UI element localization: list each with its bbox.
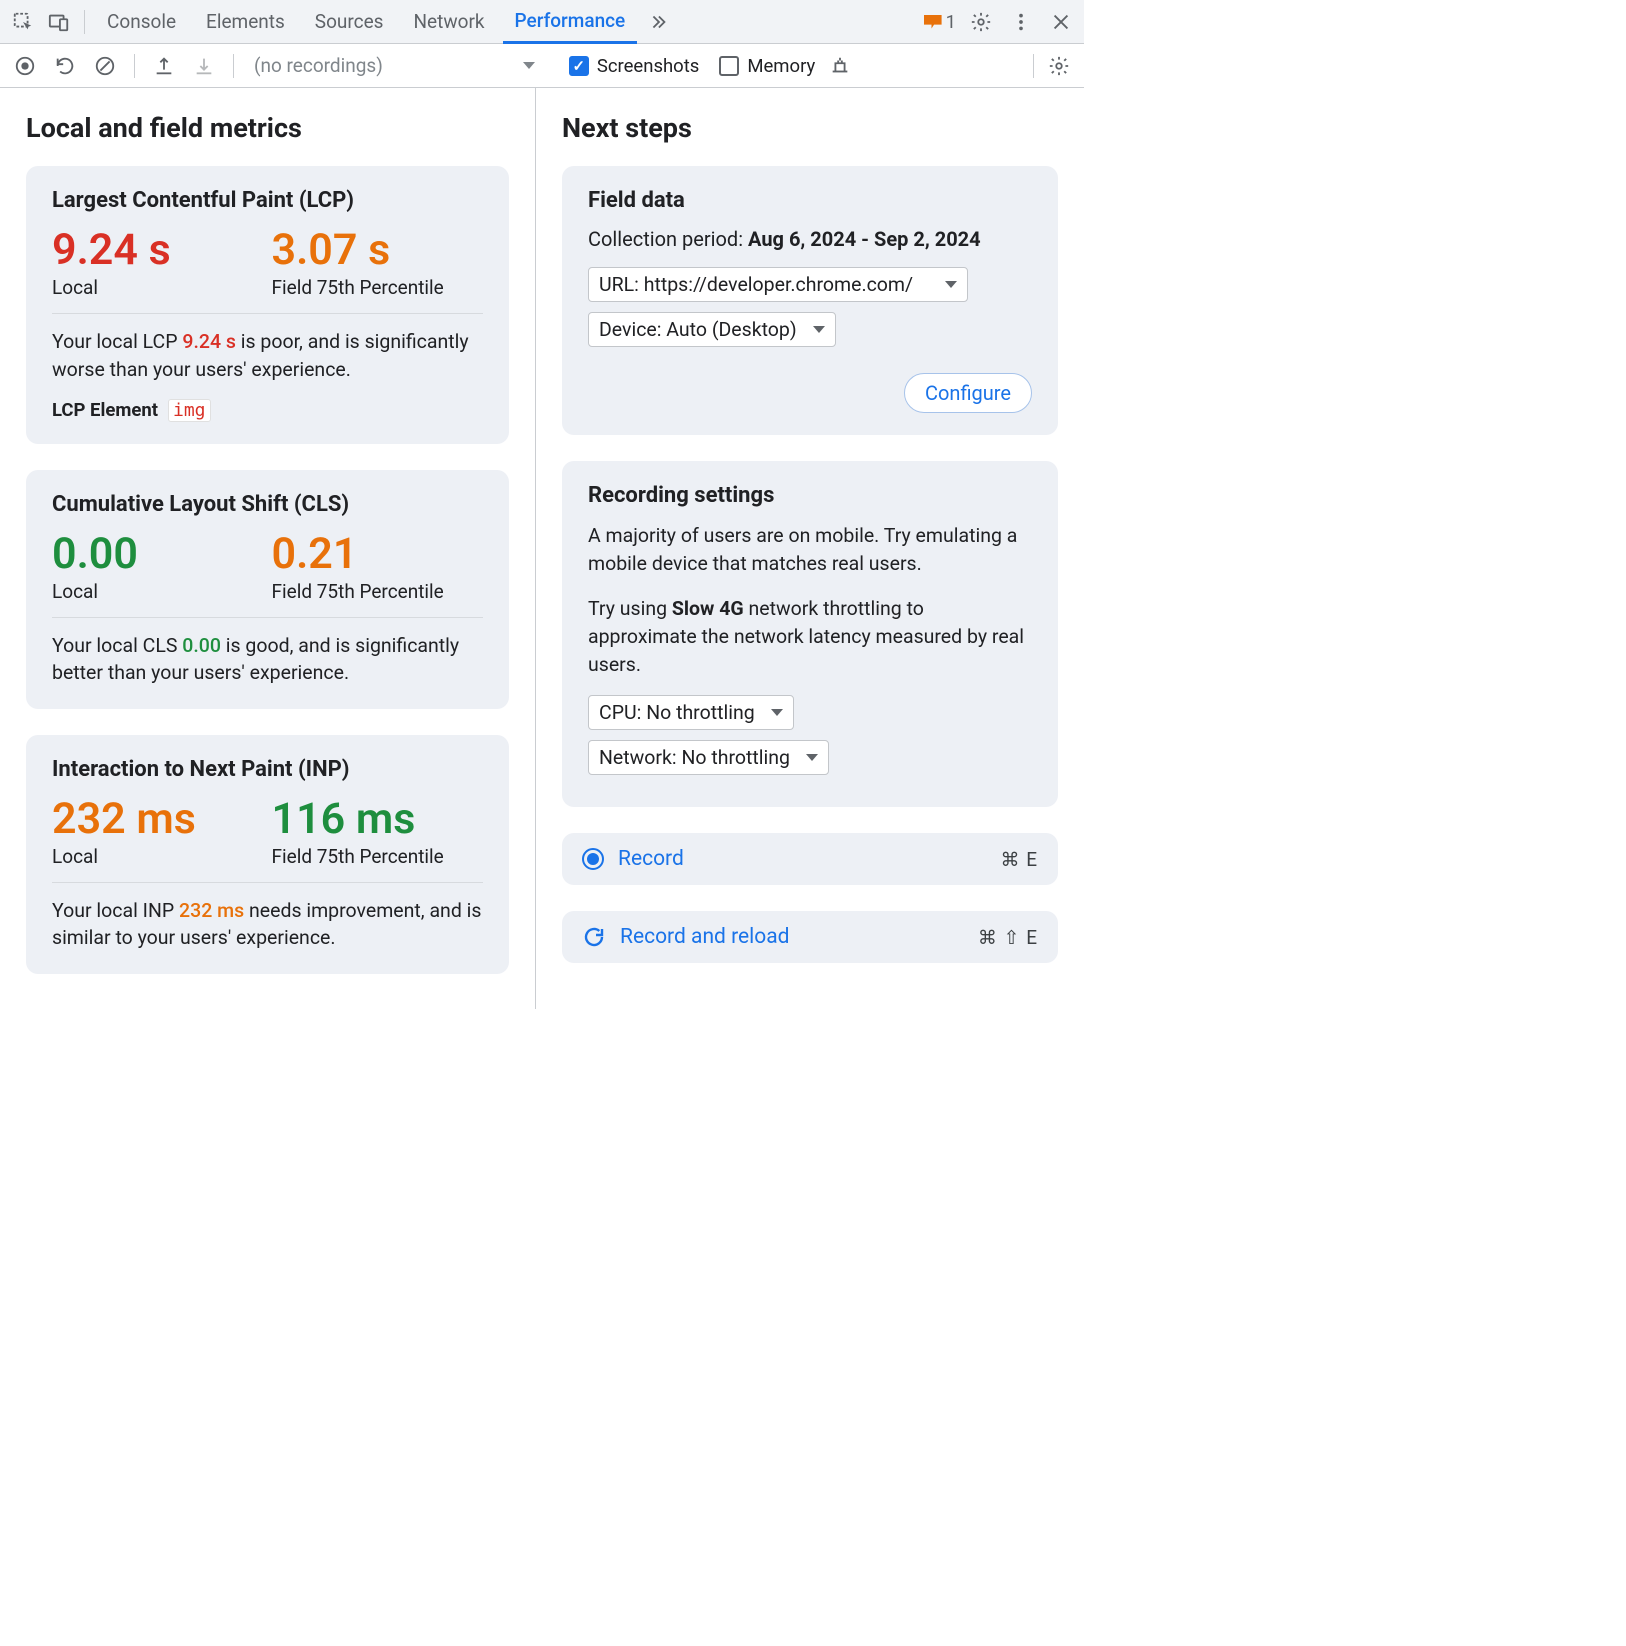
recordings-label: (no recordings): [254, 54, 383, 77]
record-action-card: Record ⌘ E: [562, 833, 1058, 885]
issues-count: 1: [946, 11, 956, 33]
screenshots-label: Screenshots: [597, 55, 700, 77]
cls-field-label: Field 75th Percentile: [272, 580, 484, 603]
divider: [52, 313, 483, 314]
devtools-tabbar: Console Elements Sources Network Perform…: [0, 0, 1084, 44]
inspect-element-icon[interactable]: [8, 7, 38, 37]
garbage-collect-icon[interactable]: [825, 51, 855, 81]
cls-description: Your local CLS 0.00 is good, and is sign…: [52, 632, 483, 687]
cls-local-label: Local: [52, 580, 264, 603]
recording-settings-card: Recording settings A majority of users a…: [562, 461, 1058, 807]
lcp-card: Largest Contentful Paint (LCP) 9.24 s Lo…: [26, 166, 509, 444]
chevron-down-icon: [813, 326, 825, 333]
lcp-field-value: 3.07 s: [272, 227, 484, 274]
inp-field-value: 116 ms: [272, 796, 484, 843]
inp-field-label: Field 75th Percentile: [272, 845, 484, 868]
configure-button[interactable]: Configure: [904, 373, 1032, 413]
divider: [233, 54, 234, 78]
inp-card: Interaction to Next Paint (INP) 232 ms L…: [26, 735, 509, 974]
main-panel: Local and field metrics Largest Contentf…: [0, 88, 1084, 1009]
tab-performance[interactable]: Performance: [503, 0, 638, 44]
record-reload-action-card: Record and reload ⌘ ⇧ E: [562, 911, 1058, 963]
record-icon[interactable]: [10, 51, 40, 81]
recording-settings-title: Recording settings: [588, 483, 1032, 508]
inp-description: Your local INP 232 ms needs improvement,…: [52, 897, 483, 952]
record-shortcut: ⌘ E: [1000, 848, 1038, 871]
left-panel: Local and field metrics Largest Contentf…: [0, 88, 536, 1009]
tab-network[interactable]: Network: [401, 0, 496, 44]
lcp-title: Largest Contentful Paint (LCP): [52, 188, 483, 213]
more-tabs-icon[interactable]: [643, 7, 673, 37]
lcp-element-label: LCP Element: [52, 399, 158, 422]
divider: [52, 617, 483, 618]
record-icon: [582, 848, 604, 870]
upload-icon[interactable]: [149, 51, 179, 81]
reload-icon[interactable]: [50, 51, 80, 81]
network-throttle-select[interactable]: Network: No throttling: [588, 740, 829, 775]
inp-title: Interaction to Next Paint (INP): [52, 757, 483, 782]
inp-local-label: Local: [52, 845, 264, 868]
performance-toolbar: (no recordings) ✓ Screenshots Memory: [0, 44, 1084, 88]
settings-gear-icon[interactable]: [966, 7, 996, 37]
chevron-down-icon: [771, 709, 783, 716]
tab-console[interactable]: Console: [95, 0, 188, 44]
tab-elements[interactable]: Elements: [194, 0, 297, 44]
kebab-menu-icon[interactable]: [1006, 7, 1036, 37]
cls-field-value: 0.21: [272, 531, 484, 578]
divider: [84, 10, 85, 34]
divider: [1033, 54, 1034, 78]
inp-local-value: 232 ms: [52, 796, 264, 843]
download-icon[interactable]: [189, 51, 219, 81]
cls-local-value: 0.00: [52, 531, 264, 578]
chevron-down-icon: [523, 62, 535, 69]
record-reload-button[interactable]: Record and reload: [582, 925, 790, 949]
metrics-heading: Local and field metrics: [26, 112, 509, 144]
field-data-title: Field data: [588, 188, 1032, 213]
divider: [52, 882, 483, 883]
record-reload-shortcut: ⌘ ⇧ E: [978, 926, 1038, 949]
collection-period: Collection period: Aug 6, 2024 - Sep 2, …: [588, 227, 1032, 251]
field-data-card: Field data Collection period: Aug 6, 202…: [562, 166, 1058, 435]
memory-checkbox[interactable]: [719, 56, 739, 76]
lcp-local-label: Local: [52, 276, 264, 299]
issue-icon: [924, 15, 942, 29]
issues-badge[interactable]: 1: [924, 11, 956, 33]
chevron-down-icon: [806, 754, 818, 761]
device-toolbar-icon[interactable]: [44, 7, 74, 37]
screenshots-checkbox[interactable]: ✓: [569, 56, 589, 76]
url-select[interactable]: URL: https://developer.chrome.com/: [588, 267, 968, 302]
chevron-down-icon: [945, 281, 957, 288]
lcp-element-tag[interactable]: img: [168, 399, 211, 422]
lcp-field-label: Field 75th Percentile: [272, 276, 484, 299]
record-button[interactable]: Record: [582, 847, 684, 871]
recordings-dropdown[interactable]: (no recordings): [248, 54, 541, 77]
reload-icon: [582, 925, 606, 949]
recording-tip-2: Try using Slow 4G network throttling to …: [588, 595, 1032, 680]
device-select[interactable]: Device: Auto (Desktop): [588, 312, 836, 347]
right-panel: Next steps Field data Collection period:…: [536, 88, 1084, 1009]
lcp-description: Your local LCP 9.24 s is poor, and is si…: [52, 328, 483, 383]
cpu-throttle-select[interactable]: CPU: No throttling: [588, 695, 794, 730]
lcp-local-value: 9.24 s: [52, 227, 264, 274]
cls-title: Cumulative Layout Shift (CLS): [52, 492, 483, 517]
close-icon[interactable]: [1046, 7, 1076, 37]
cls-card: Cumulative Layout Shift (CLS) 0.00 Local…: [26, 470, 509, 709]
capture-settings-gear-icon[interactable]: [1044, 51, 1074, 81]
clear-icon[interactable]: [90, 51, 120, 81]
recording-tip-1: A majority of users are on mobile. Try e…: [588, 522, 1032, 579]
next-steps-heading: Next steps: [562, 112, 1058, 144]
divider: [134, 54, 135, 78]
memory-label: Memory: [747, 55, 815, 77]
tab-sources[interactable]: Sources: [303, 0, 396, 44]
